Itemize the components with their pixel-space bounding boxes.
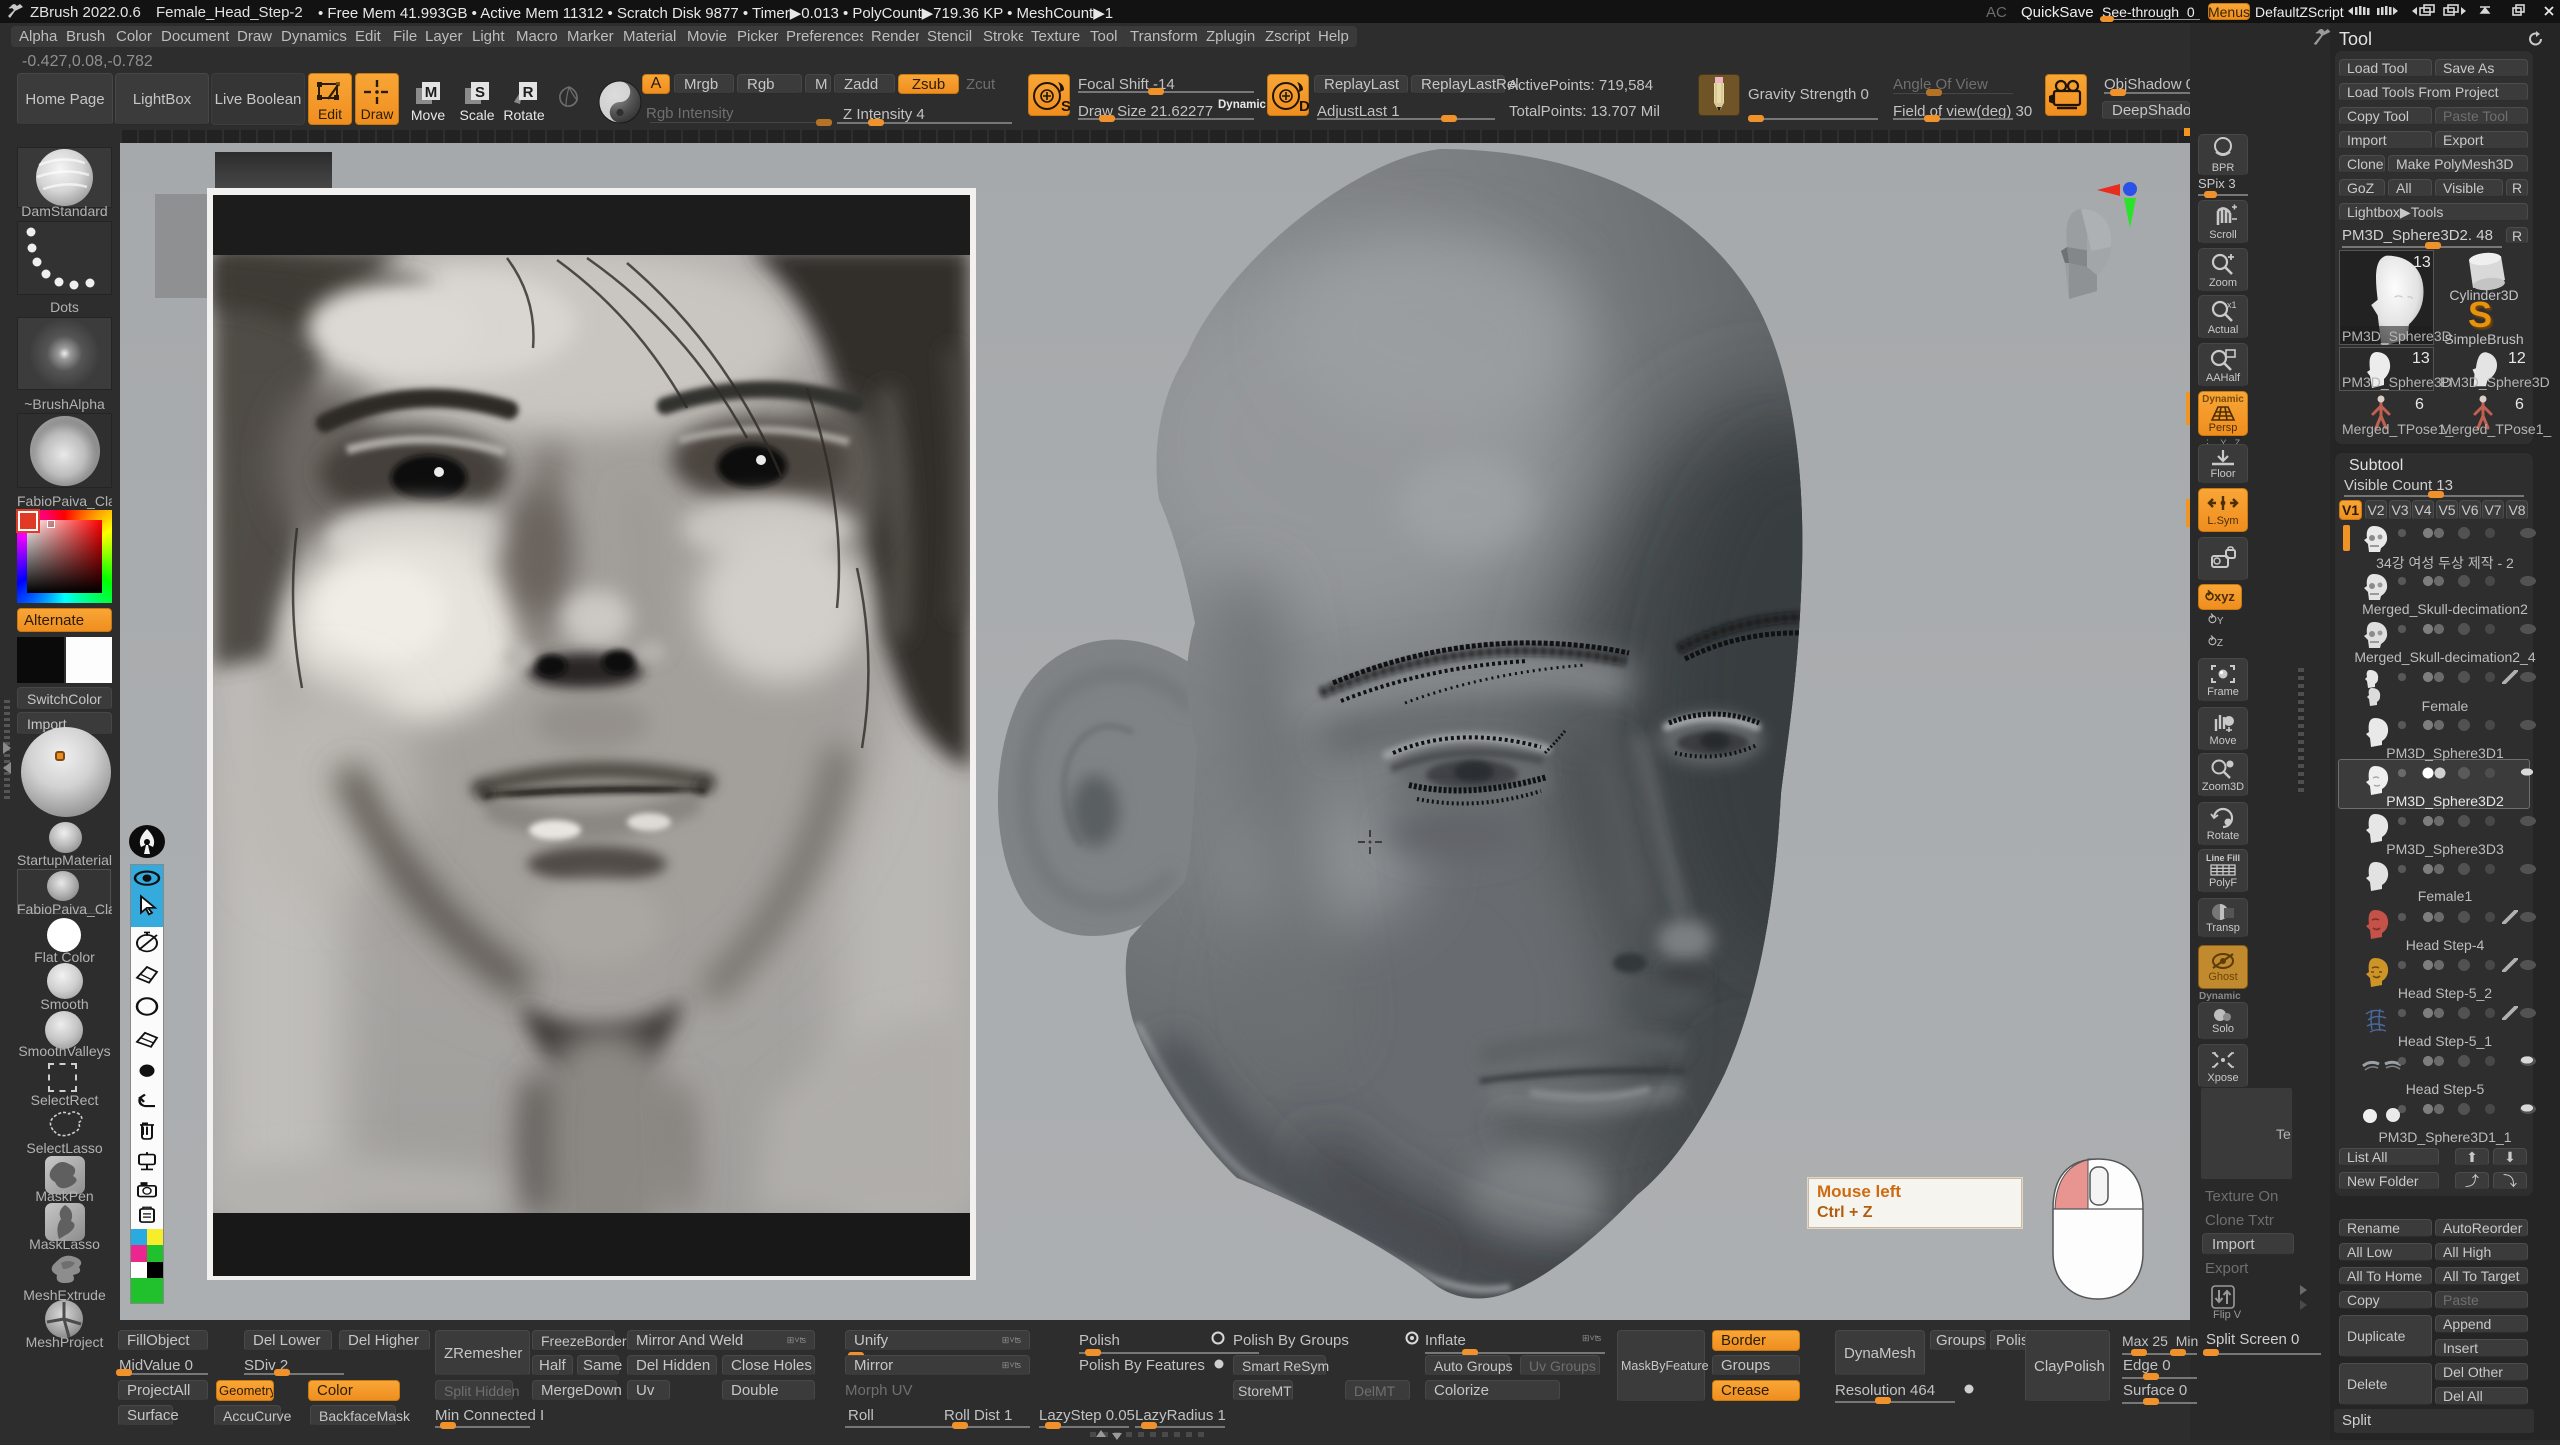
- svg-text:M: M: [425, 84, 438, 101]
- svg-text:S: S: [475, 84, 485, 101]
- svg-text:D: D: [1299, 98, 1309, 115]
- svg-text:R: R: [523, 84, 534, 101]
- svg-text:S: S: [1061, 98, 1070, 115]
- svg-text:x1: x1: [2227, 300, 2237, 310]
